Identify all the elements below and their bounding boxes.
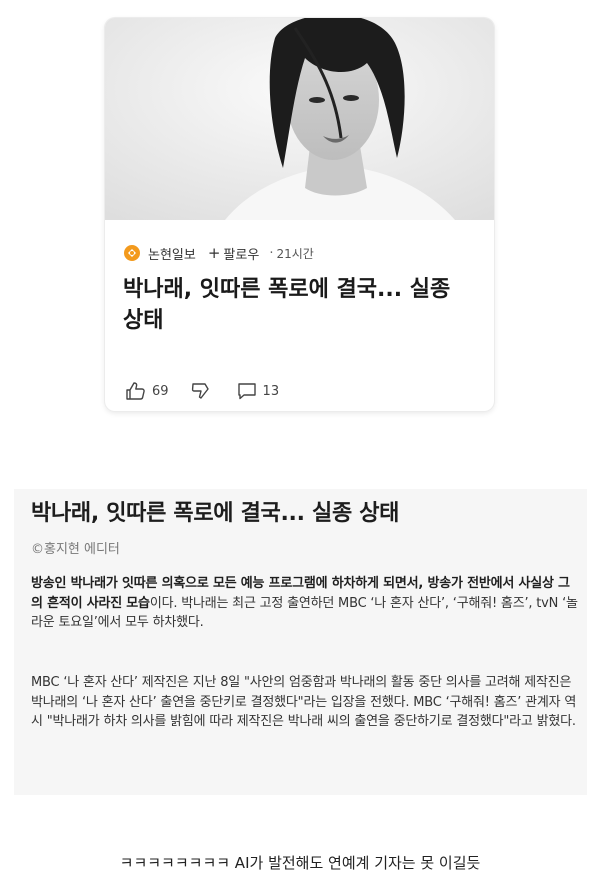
publisher-logo-icon bbox=[123, 244, 141, 262]
follow-button[interactable]: + 팔로우 bbox=[208, 244, 259, 263]
article-paragraph-2: MBC ‘나 혼자 산다’ 제작진은 지난 8일 "사안의 엄중함과 박나래의 … bbox=[31, 675, 577, 729]
portrait-image bbox=[105, 18, 494, 220]
article-title: 박나래, 잇따른 폭로에 결국... 실종 상태 bbox=[31, 501, 400, 526]
article-body: 박나래, 잇따른 폭로에 결국... 실종 상태 ©홍지현 에디터 방송인 박나… bbox=[14, 489, 587, 795]
article-byline: ©홍지현 에디터 bbox=[31, 542, 120, 557]
article-paragraph-1: 방송인 박나래가 잇따른 의혹으로 모든 예능 프로그램에 하차하게 되면서, … bbox=[31, 574, 579, 633]
publisher-name[interactable]: 논현일보 bbox=[148, 244, 196, 263]
comment-icon bbox=[237, 383, 256, 400]
card-headline[interactable]: 박나래, 잇따른 폭로에 결국... 실종 상태 bbox=[123, 274, 478, 336]
plus-icon: + bbox=[207, 243, 221, 262]
like-count: 69 bbox=[152, 383, 169, 399]
news-card[interactable]: 논현일보 + 팔로우 · 21시간 박나래, 잇따른 폭로에 결국... 실종 … bbox=[105, 18, 494, 411]
comment-count: 13 bbox=[262, 383, 280, 399]
post-caption: ㅋㅋㅋㅋㅋㅋㅋㅋ AI가 발전해도 연예계 기자는 못 이길듯 bbox=[119, 854, 481, 872]
separator-dot: · bbox=[269, 245, 274, 261]
article-meta: 논현일보 + 팔로우 · 21시간 bbox=[123, 242, 314, 264]
thumbs-down-icon bbox=[191, 383, 209, 399]
follow-label: 팔로우 bbox=[223, 247, 260, 263]
dislike-button[interactable] bbox=[189, 381, 216, 401]
reaction-bar: 69 13 bbox=[125, 380, 299, 402]
thumbs-up-icon bbox=[126, 382, 145, 400]
post-time: 21시간 bbox=[276, 246, 314, 261]
like-button[interactable]: 69 bbox=[125, 381, 169, 401]
article-photo[interactable] bbox=[105, 18, 494, 220]
comment-button[interactable]: 13 bbox=[236, 381, 280, 401]
